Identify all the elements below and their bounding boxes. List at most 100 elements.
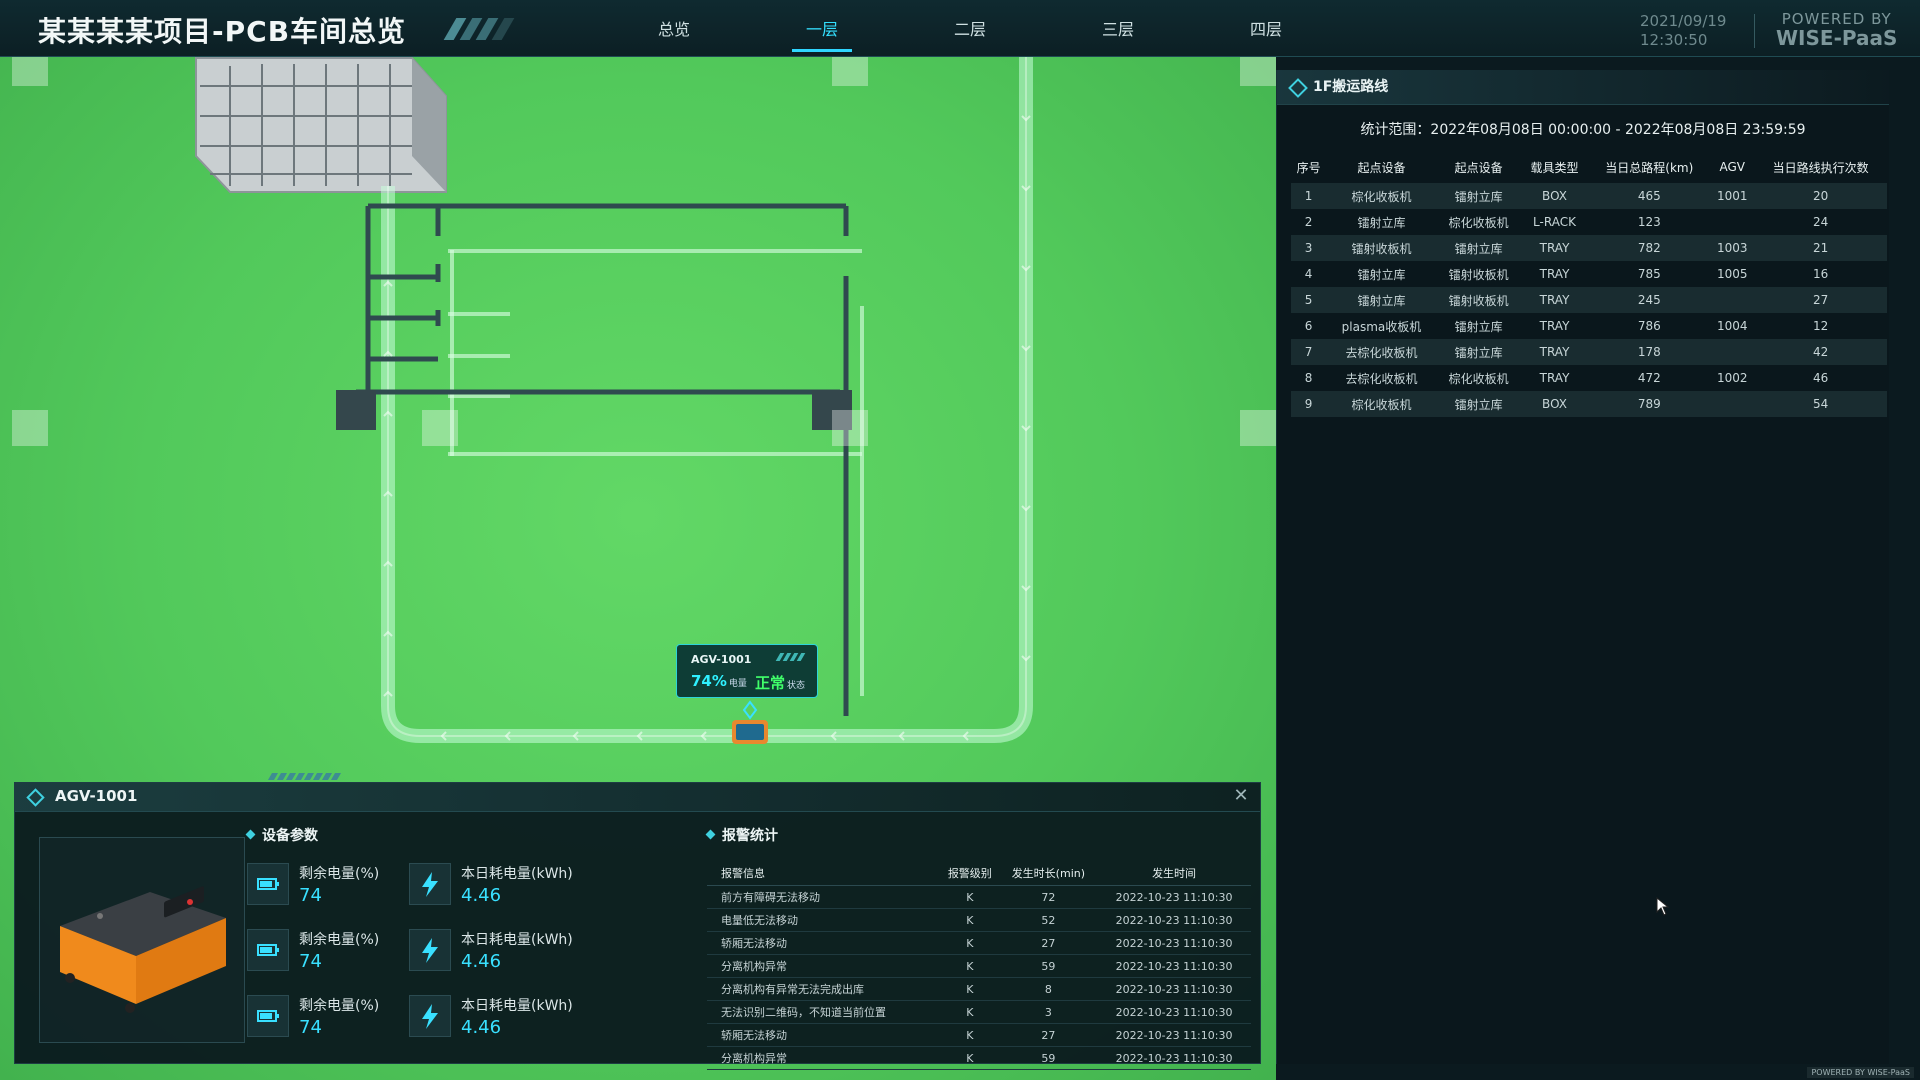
alarms-col-header: 发生时长(min) — [999, 861, 1098, 886]
table-cell: 1 — [1291, 183, 1327, 209]
mouse-cursor-icon — [1656, 897, 1670, 916]
table-cell: 72 — [999, 885, 1098, 909]
param-item: 本日耗电量(kWh) 4.46 — [409, 991, 589, 1039]
tab-floor-3[interactable]: 三层 — [1044, 0, 1192, 56]
table-cell — [1710, 209, 1754, 235]
table-row[interactable]: 4 镭射立库 镭射收板机 TRAY 785 1005 16 — [1291, 261, 1887, 287]
table-cell: L-RACK — [1533, 215, 1576, 229]
params-title: 设备参数 — [247, 825, 318, 845]
table-row[interactable]: 7 去棕化收板机 镭射立库 TRAY 178 42 — [1291, 339, 1887, 365]
table-cell: 镭射立库 — [1357, 215, 1406, 230]
table-row[interactable]: 分离机构异常 K 59 2022-10-23 11:10:30 — [707, 1046, 1251, 1070]
table-row[interactable]: 5 镭射立库 镭射收板机 TRAY 245 27 — [1291, 287, 1887, 313]
table-cell: 27 — [999, 931, 1098, 955]
table-row[interactable]: 6 plasma收板机 镭射立库 TRAY 786 1004 12 — [1291, 313, 1887, 339]
routes-panel-title: 1F搬运路线 — [1313, 79, 1389, 95]
table-cell: 465 — [1588, 183, 1711, 209]
table-cell: 4 — [1304, 267, 1313, 281]
table-cell: 2022-10-23 11:10:30 — [1097, 1046, 1251, 1070]
lightning-icon — [409, 995, 451, 1037]
table-cell: 9 — [1291, 391, 1327, 417]
table-row[interactable]: 前方有障碍无法移动 K 72 2022-10-23 11:10:30 — [707, 885, 1251, 909]
param-value: 74 — [299, 1017, 322, 1038]
table-cell: 27 — [999, 1023, 1098, 1047]
agv-tooltip-status: 正常 状态 — [755, 674, 806, 692]
table-row[interactable]: 9 棕化收板机 镭射立库 BOX 789 54 — [1291, 391, 1887, 417]
agv-tooltip[interactable]: AGV-1001 74% 电量 正常 状态 — [676, 644, 818, 698]
table-cell: 轿厢无法移动 — [707, 931, 941, 955]
table-cell: 3 — [999, 1000, 1098, 1024]
routes-col-header: 起点设备 — [1454, 160, 1503, 175]
tab-floor-1[interactable]: 一层 — [748, 0, 896, 56]
tab-floor-4[interactable]: 四层 — [1192, 0, 1340, 56]
agv-marker[interactable] — [732, 700, 768, 744]
datetime: 2021/09/19 12:30:50 — [1640, 12, 1726, 50]
table-cell: 8 — [999, 977, 1098, 1001]
header-divider — [1754, 14, 1755, 48]
table-cell: 2022-10-23 11:10:30 — [1097, 1023, 1251, 1047]
table-cell: 472 — [1637, 371, 1661, 385]
footer-brand: POWERED BY WISE-PaaS — [1807, 1067, 1914, 1078]
routes-col-header: 当日路线执行次数 — [1772, 160, 1869, 175]
table-cell: 1005 — [1716, 267, 1748, 281]
tab-floor-2[interactable]: 二层 — [896, 0, 1044, 56]
tab-overview[interactable]: 总览 — [600, 0, 748, 56]
table-cell: 分离机构异常 — [707, 1046, 941, 1070]
agv-robot-icon — [60, 886, 226, 1013]
top-header: 某某某某项目-PCB车间总览 总览 一层 二层 三层 四层 2021/09/19… — [0, 0, 1920, 57]
alarms-col-header: 发生时间 — [1097, 861, 1251, 886]
table-cell: 123 — [1637, 215, 1661, 229]
param-value: 4.46 — [461, 1017, 502, 1038]
table-cell: 54 — [1754, 391, 1887, 417]
table-cell: 1003 — [1710, 235, 1755, 261]
table-row[interactable]: 2 镭射立库 棕化收板机 L-RACK 123 24 — [1291, 209, 1887, 235]
table-cell: 6 — [1304, 319, 1313, 333]
brand-logo: POWERED BY WISE-PaaS — [1776, 10, 1897, 50]
table-cell: 镭射收板机 — [1326, 235, 1437, 261]
param-item: 剩余电量(%) 74 — [247, 859, 427, 907]
table-row[interactable]: 分离机构有异常无法完成出库 K 8 2022-10-23 11:10:30 — [707, 977, 1251, 1001]
table-cell: 2 — [1304, 215, 1313, 229]
table-cell: 27 — [1754, 287, 1887, 313]
table-cell: TRAY — [1539, 319, 1570, 333]
table-cell: 245 — [1588, 287, 1711, 313]
table-row[interactable]: 无法识别二维码，不知道当前位置 K 3 2022-10-23 11:10:30 — [707, 1000, 1251, 1024]
param-value: 74 — [299, 885, 322, 906]
table-cell: 去棕化收板机 — [1345, 371, 1418, 386]
table-row[interactable]: 轿厢无法移动 K 27 2022-10-23 11:10:30 — [707, 931, 1251, 955]
stats-range: 统计范围：2022年08月08日 00:00:00 - 2022年08月08日 … — [1360, 122, 1806, 138]
table-cell: 电量低无法移动 — [707, 908, 941, 932]
param-item: 本日耗电量(kWh) 4.46 — [409, 925, 589, 973]
close-icon[interactable]: ✕ — [1232, 787, 1250, 805]
table-cell: 1002 — [1716, 371, 1748, 385]
table-cell: K — [940, 1023, 1000, 1047]
table-row[interactable]: 轿厢无法移动 K 27 2022-10-23 11:10:30 — [707, 1023, 1251, 1047]
rack-building — [195, 57, 447, 193]
table-cell: K — [940, 1046, 1000, 1070]
table-cell: 789 — [1588, 391, 1711, 417]
agv-tooltip-battery: 74% 电量 — [691, 672, 747, 690]
table-row[interactable]: 分离机构异常 K 59 2022-10-23 11:10:30 — [707, 954, 1251, 978]
brand-bottom: WISE-PaaS — [1776, 26, 1898, 50]
routes-panel-header: 1F搬运路线 — [1277, 70, 1889, 105]
table-cell: 2022-10-23 11:10:30 — [1097, 931, 1251, 955]
table-row[interactable]: 1 棕化收板机 镭射立库 BOX 465 1001 20 — [1291, 183, 1887, 209]
agv-panel-header: AGV-1001 — [15, 773, 1260, 812]
routes-col-header: 载具类型 — [1530, 160, 1579, 175]
param-item: 本日耗电量(kWh) 4.46 — [409, 859, 589, 907]
table-cell — [1710, 339, 1755, 365]
param-value: 74 — [299, 951, 322, 972]
table-row[interactable]: 8 去棕化收板机 棕化收板机 TRAY 472 1002 46 — [1291, 365, 1887, 391]
routes-table: 序号 起点设备 起点设备 载具类型 当日总路程(km) AGV 当日路线执行次数 1 棕化收板… — [1291, 151, 1887, 417]
table-cell: 镭射立库 — [1326, 287, 1437, 313]
table-cell: 无法识别二维码，不知道当前位置 — [707, 1000, 941, 1024]
table-row[interactable]: 3 镭射收板机 镭射立库 TRAY 782 1003 21 — [1291, 235, 1887, 261]
table-cell: 镭射立库 — [1454, 319, 1503, 334]
table-row[interactable]: 电量低无法移动 K 52 2022-10-23 11:10:30 — [707, 908, 1251, 932]
agv-detail-panel: AGV-1001 ✕ 设备参数 剩余电量(%) 74 本日耗电量(kWh) 4.46 剩… — [14, 773, 1261, 1070]
pillar-4 — [12, 410, 48, 446]
alarms-col-header: 报警级别 — [940, 861, 1000, 886]
param-label: 剩余电量(%) — [299, 932, 380, 948]
agv-image — [39, 837, 245, 1043]
table-cell: 786 — [1637, 319, 1661, 333]
